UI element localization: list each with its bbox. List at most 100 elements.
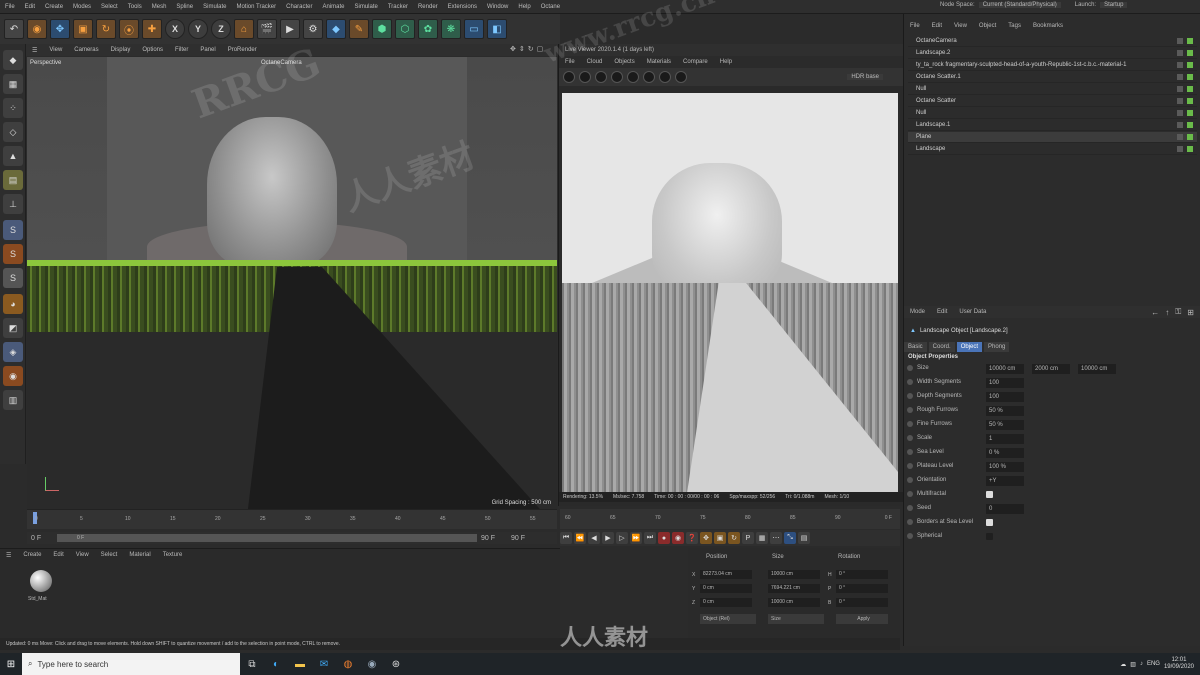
menu-item[interactable]: Octane [536,0,565,14]
material-menu-item[interactable]: Material [123,552,156,558]
key-position-icon[interactable]: ✥ [700,532,712,544]
menu-item[interactable]: Extensions [443,0,482,14]
volume-icon[interactable]: ♪ [1140,661,1143,667]
keyframe-selection-icon[interactable]: ❓ [686,532,698,544]
keyframe-dot-icon[interactable] [907,407,913,413]
visibility-toggle-icon[interactable] [1177,74,1183,80]
fcurve-icon[interactable]: ⋯ [770,532,782,544]
go-to-start-icon[interactable]: ⏮ [560,532,572,544]
end-frame-2[interactable]: 90 F [507,535,537,542]
visibility-toggle-icon[interactable] [1177,86,1183,92]
object-manager-menu-item[interactable]: Object [973,23,1002,29]
attr-prop-value[interactable]: 10000 cm [986,364,1024,374]
sculpted-head[interactable] [207,117,337,267]
object-row[interactable]: OctaneCamera [908,36,1197,47]
keyframe-dot-icon[interactable] [907,519,913,525]
grid-icon[interactable]: ▥ [3,390,23,410]
octane-icon[interactable]: ⊛ [384,653,408,675]
model-mode-icon[interactable]: ◆ [3,50,23,70]
keyframe-dot-icon[interactable] [907,379,913,385]
viewport-menu-item[interactable]: Options [136,47,169,53]
cube-icon[interactable]: ◆ [326,19,346,39]
prev-frame-icon[interactable]: ◀ [588,532,600,544]
enabled-check-icon[interactable] [1187,62,1193,68]
enabled-check-icon[interactable] [1187,38,1193,44]
object-row[interactable]: Landscape.1 [908,120,1197,131]
attr-prop-value-3[interactable]: 10000 cm [1078,364,1116,374]
object-manager-menu-item[interactable]: Edit [926,23,948,29]
menu-item[interactable]: Render [413,0,443,14]
viewport-camera[interactable]: OctaneCamera [261,60,302,66]
visibility-toggle-icon[interactable] [1177,110,1183,116]
material-menu-item[interactable]: Edit [47,552,69,558]
key-param-icon[interactable]: P [742,532,754,544]
viewport-menu-item[interactable]: ProRender [222,47,263,53]
points-mode-icon[interactable]: ⁘ [3,98,23,118]
lock-resolution-icon[interactable] [627,71,639,83]
visibility-toggle-icon[interactable] [1177,50,1183,56]
object-row[interactable]: Octane Scatter.1 [908,72,1197,83]
menu-item[interactable]: Help [513,0,535,14]
coord-rotation-field[interactable]: 0 ° [836,584,888,593]
effector-icon[interactable]: ❋ [441,19,461,39]
material-menu-item[interactable]: Select [95,552,124,558]
next-frame-icon[interactable]: ▷ [616,532,628,544]
material-menu-item[interactable]: Texture [157,552,189,558]
workplane-icon[interactable]: ◩ [3,318,23,338]
keyframe-dot-icon[interactable] [907,505,913,511]
stop-render-icon[interactable] [611,71,623,83]
snap-settings-icon[interactable]: S [3,244,23,264]
visibility-toggle-icon[interactable] [1177,134,1183,140]
viewport-menu-item[interactable]: Cameras [68,47,104,53]
coord-position-field[interactable]: 0 cm [700,598,752,607]
object-manager-menu-item[interactable]: View [948,23,973,29]
texture-mode-icon[interactable]: ▦ [3,74,23,94]
subdivision-icon[interactable]: ⬢ [372,19,392,39]
live-viewer-menu-item[interactable]: Cloud [581,59,609,65]
undo-icon[interactable]: ↶ [4,19,24,39]
render-settings-icon[interactable]: ⚙ [303,19,323,39]
keyframe-dot-icon[interactable] [907,533,913,539]
play-icon[interactable]: ▶ [602,532,614,544]
last-tool-icon[interactable]: ⦿ [119,19,139,39]
file-explorer-icon[interactable]: ▬ [288,653,312,675]
pause-render-icon[interactable] [595,71,607,83]
key-scale-icon[interactable]: ▣ [714,532,726,544]
keyframe-dot-icon[interactable] [907,477,913,483]
region-render-icon[interactable] [643,71,655,83]
zoom-icon[interactable]: ⇕ [519,45,525,53]
taskbar-search[interactable]: ⌕ Type here to search [22,653,240,675]
live-selection-icon[interactable]: ◉ [27,19,47,39]
enabled-check-icon[interactable] [1187,134,1193,140]
material-menu-item[interactable]: Create [17,552,47,558]
menu-item[interactable]: Animate [317,0,349,14]
lock-icon[interactable]: ⚿ [1175,307,1181,317]
attr-prop-value-2[interactable]: 2000 cm [1032,364,1070,374]
object-manager-menu-item[interactable]: Bookmarks [1027,23,1069,29]
viewport-menu-item[interactable]: Panel [194,47,221,53]
timeline-icon[interactable]: ⤡ [784,532,796,544]
restart-render-icon[interactable] [579,71,591,83]
clock[interactable]: 12:01 19/09/2020 [1164,657,1194,671]
viewport-menu-item[interactable]: Filter [169,47,194,53]
end-frame[interactable]: 90 F [477,535,507,542]
object-row[interactable]: Null [908,84,1197,95]
launch-select[interactable]: Startup [1100,2,1128,8]
coord-mode-select[interactable]: Object (Rel) [700,614,756,624]
visibility-toggle-icon[interactable] [1177,122,1183,128]
keyframe-dot-icon[interactable] [907,421,913,427]
firefox-icon[interactable]: ◍ [336,653,360,675]
enabled-check-icon[interactable] [1187,98,1193,104]
x-axis-icon[interactable]: X [165,19,185,39]
object-row[interactable]: Landscape [908,144,1197,155]
visibility-toggle-icon[interactable] [1177,98,1183,104]
render-view-icon[interactable]: 🎬 [257,19,277,39]
menu-item[interactable]: Simulate [198,0,231,14]
material-ball[interactable] [30,570,52,592]
attr-checkbox[interactable] [986,533,993,540]
timeline-ruler-right[interactable]: 60 65 70 75 80 85 90 0 F [560,509,900,529]
apply-button[interactable]: Apply [836,614,888,624]
attr-checkbox[interactable] [986,519,993,526]
dope-sheet-icon[interactable]: ▤ [798,532,810,544]
menu-item[interactable]: Character [281,0,317,14]
